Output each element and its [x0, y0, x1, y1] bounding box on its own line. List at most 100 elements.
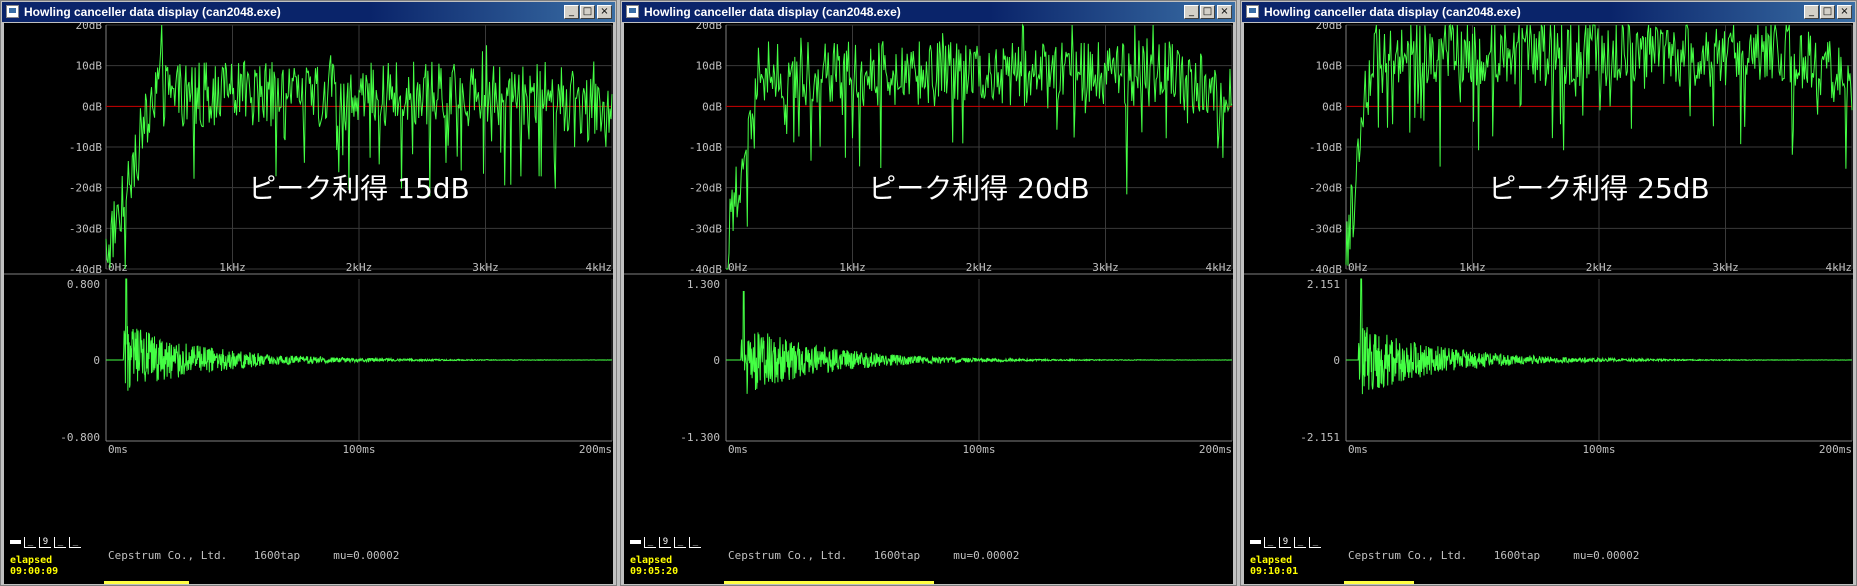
cepstrum-y-tick: 2.151 [1307, 278, 1340, 291]
maximize-button[interactable]: □ [580, 5, 595, 19]
cepstrum-y-tick: 0 [1333, 354, 1340, 367]
spectrum-y-tick: -20dB [1309, 182, 1342, 195]
tool-icon-4[interactable]: _ [54, 537, 66, 548]
elapsed-label: elapsed [10, 555, 53, 566]
cepstrum-x-tick: 100ms [342, 443, 375, 456]
spectrum-x-tick: 4kHz [1206, 261, 1233, 274]
tool-icon-4[interactable]: _ [674, 537, 686, 548]
title-bar[interactable]: Howling canceller data display (can2048.… [622, 2, 1235, 22]
tool-icon-5[interactable]: _ [1309, 537, 1321, 548]
spectrum-y-tick: -30dB [1309, 222, 1342, 235]
spectrum-x-tick: 2kHz [1586, 261, 1613, 274]
spectrum-y-tick: 10dB [696, 60, 723, 73]
company-name: Cepstrum Co., Ltd. [728, 549, 848, 562]
spectrum-y-tick: -30dB [69, 222, 102, 235]
app-icon[interactable] [1246, 5, 1259, 18]
spectrum-y-tick: -10dB [69, 141, 102, 154]
tool-icon-5[interactable]: _ [689, 537, 701, 548]
cepstrum-y-tick: 0 [713, 354, 720, 367]
tap-count: 1600tap [873, 549, 921, 562]
title-bar[interactable]: Howling canceller data display (can2048.… [1242, 2, 1855, 22]
toolbar-icons: _ 9 _ _ [1250, 537, 1321, 548]
tool-icon-3[interactable]: 9 [39, 537, 51, 548]
info-line: Cepstrum Co., Ltd. 1600tap mu=0.00002 [1348, 549, 1639, 562]
tool-icon-2[interactable]: _ [1264, 537, 1276, 548]
peak-gain-label: ピーク利得 20dB [868, 172, 1090, 205]
tool-icon-3[interactable]: 9 [1279, 537, 1291, 548]
cepstrum-x-tick: 100ms [1582, 443, 1615, 456]
elapsed-readout: elapsed 09:05:20 [630, 555, 678, 577]
spectrum-x-tick: 3kHz [472, 261, 499, 274]
cepstrum-x-tick: 100ms [962, 443, 995, 456]
spectrum-x-tick: 0Hz [1348, 261, 1368, 274]
tap-count: 1600tap [1493, 549, 1541, 562]
app-icon[interactable] [6, 5, 19, 18]
cepstrum-plot: 1.300 0 -1.300 0ms 100ms 200ms [624, 273, 1233, 456]
maximize-button[interactable]: □ [1820, 5, 1835, 19]
spectrum-y-tick: 10dB [1316, 60, 1343, 73]
elapsed-time: 09:05:20 [630, 566, 679, 577]
cepstrum-x-tick: 0ms [728, 443, 748, 456]
minimize-button[interactable]: _ [564, 5, 579, 19]
cepstrum-x-tick: 0ms [108, 443, 128, 456]
spectrum-x-tick: 2kHz [346, 261, 373, 274]
minimize-button[interactable]: _ [1804, 5, 1819, 19]
plots-svg: 20dB10dB0dB-10dB-20dB-30dB-40dB 0Hz 1kHz 2k… [4, 23, 613, 456]
progress-bar [1344, 581, 1414, 584]
status-area: _ 9 _ _ elapsed 09:00:09 Cepstrum Co., Ltd. 16… [4, 529, 613, 584]
toolbar-icons: _ 9 _ _ [10, 537, 81, 548]
display-area: 20dB 10dB 0dB -10dB -20dB -30dB -40dB 0Hz 1kHz 2k… [1244, 23, 1853, 584]
mu-value: mu=0.00002 [953, 549, 1020, 562]
close-button[interactable]: × [1837, 5, 1852, 19]
spectrum-x-tick: 3kHz [1712, 261, 1739, 274]
spectrum-y-tick: 20dB [76, 23, 103, 32]
cepstrum-plot: 2.151 0 -2.151 0ms 100ms 200ms [1244, 273, 1853, 456]
cepstrum-y-tick: 1.300 [687, 278, 720, 291]
spectrum-x-tick: 2kHz [966, 261, 993, 274]
spectrum-x-tick: 0Hz [728, 261, 748, 274]
company-name: Cepstrum Co., Ltd. [108, 549, 228, 562]
elapsed-label: elapsed [630, 555, 673, 566]
cepstrum-y-tick: -0.800 [60, 431, 100, 444]
info-line: Cepstrum Co., Ltd. 1600tap mu=0.00002 [108, 549, 399, 562]
spectrum-y-tick: -20dB [689, 182, 722, 195]
cepstrum-x-tick: 200ms [1199, 443, 1232, 456]
elapsed-time: 09:10:01 [1250, 566, 1299, 577]
tool-icon-1[interactable] [1250, 540, 1261, 544]
spectrum-x-tick: 1kHz [839, 261, 866, 274]
tool-icon-5[interactable]: _ [69, 537, 81, 548]
tool-icon-2[interactable]: _ [24, 537, 36, 548]
progress-bar [724, 581, 934, 584]
spectrum-y-tick: 20dB [1316, 23, 1343, 32]
close-button[interactable]: × [597, 5, 612, 19]
spectrum-y-tick: 10dB [76, 60, 103, 73]
spectrum-y-tick: 0dB [1322, 100, 1342, 113]
mu-value: mu=0.00002 [1573, 549, 1640, 562]
title-bar[interactable]: Howling canceller data display (can2048.… [2, 2, 615, 22]
elapsed-readout: elapsed 09:00:09 [10, 555, 58, 577]
app-icon[interactable] [626, 5, 639, 18]
status-area: _ 9 _ _ elapsed 09:10:01 Cepstrum Co., Ltd. 16… [1244, 529, 1853, 584]
close-button[interactable]: × [1217, 5, 1232, 19]
minimize-button[interactable]: _ [1184, 5, 1199, 19]
cepstrum-y-tick: -2.151 [1300, 431, 1340, 444]
canceller-window-1: Howling canceller data display (can2048.… [0, 0, 617, 586]
tool-icon-1[interactable] [10, 540, 21, 544]
plots-svg: 20dB10dB0dB-10dB-20dB-30dB-40dB 0Hz 1kHz 2k… [1244, 23, 1853, 456]
spectrum-y-tick: -10dB [689, 141, 722, 154]
spectrum-plot: 20dB10dB0dB-10dB-20dB-30dB-40dB 0Hz 1kHz 2k… [689, 23, 1233, 276]
spectrum-y-tick: -30dB [689, 222, 722, 235]
cepstrum-x-tick: 200ms [1819, 443, 1852, 456]
maximize-button[interactable]: □ [1200, 5, 1215, 19]
tool-icon-2[interactable]: _ [644, 537, 656, 548]
spectrum-plot: 20dB10dB0dB-10dB-20dB-30dB-40dB 0Hz 1kHz 2k… [1309, 23, 1853, 276]
tool-icon-3[interactable]: 9 [659, 537, 671, 548]
spectrum-y-tick: 0dB [702, 100, 722, 113]
spectrum-x-tick: 1kHz [219, 261, 246, 274]
tool-icon-4[interactable]: _ [1294, 537, 1306, 548]
toolbar-icons: _ 9 _ _ [630, 537, 701, 548]
tool-icon-1[interactable] [630, 540, 641, 544]
status-area: _ 9 _ _ elapsed 09:05:20 Cepstrum Co., Ltd. 16… [624, 529, 1233, 584]
elapsed-label: elapsed [1250, 555, 1293, 566]
spectrum-y-tick: 20dB [696, 23, 723, 32]
